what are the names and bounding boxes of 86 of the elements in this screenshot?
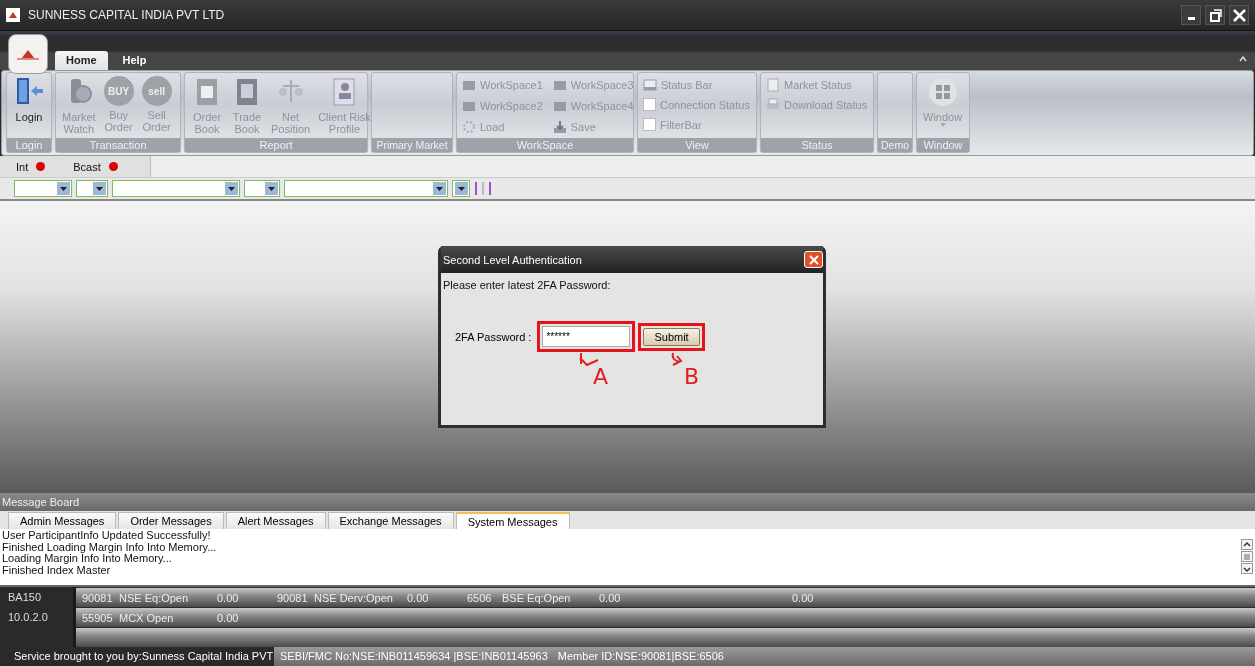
status-cell-text: NSE Derv:Open <box>314 592 394 606</box>
status-cell-text: 0.00 <box>792 592 815 606</box>
message-tab[interactable]: Admin Messages <box>8 512 117 529</box>
password-field[interactable]: ****** <box>542 326 631 347</box>
dropdown-arrow-icon <box>60 186 67 191</box>
status-cell-text: BSE Eq:Open <box>502 592 572 606</box>
scroll-up-button[interactable] <box>1241 539 1253 550</box>
group-label: Primary Market <box>372 138 452 152</box>
message-tab[interactable]: Exchange Messages <box>327 512 454 529</box>
hand-drawn-arrow <box>579 352 599 366</box>
separator-mark <box>489 182 491 195</box>
ribbon-tab[interactable]: Help <box>111 51 158 70</box>
status-cell-text: 90081 <box>82 592 114 606</box>
app-menu-button[interactable] <box>8 34 48 74</box>
round-logo: BUY <box>103 76 134 106</box>
message-line: User ParticipantInfo Updated Successfully! <box>2 530 212 542</box>
message-tab[interactable]: Alert Messages <box>225 512 326 529</box>
indicator-label: Bcast <box>73 160 101 173</box>
field-label: 2FA Password : <box>455 330 532 343</box>
dialog-title: Second Level Authentication <box>443 253 582 266</box>
status-cell-text: 6506 <box>467 592 493 606</box>
dropdown-field[interactable] <box>284 180 448 197</box>
dropdown-arrow-icon <box>436 186 443 191</box>
separator-mark <box>475 182 477 195</box>
group-label: Status <box>761 138 873 152</box>
status-cell-text: NSE Eq:Open <box>119 592 190 606</box>
group-label: WorkSpace <box>457 138 633 152</box>
window-logo-icon <box>926 76 959 108</box>
prompt-text: Please enter latest 2FA Password: <box>443 279 612 291</box>
close-icon <box>1230 6 1248 24</box>
group-label: Transaction <box>56 138 180 152</box>
group-label: Window <box>917 138 969 152</box>
message-line: Finished Loading Margin Info Into Memory... <box>2 541 217 553</box>
panel-title: Message Board <box>0 493 1255 511</box>
status-text: SEBI/FMC No:NSE:INB011459634 |BSE:INB01145963 <box>274 647 558 666</box>
group-label: Demo <box>878 138 912 152</box>
group-label: Login <box>7 138 51 152</box>
dropdown-field[interactable] <box>76 180 108 197</box>
dropdown-field[interactable] <box>244 180 280 197</box>
status-bar-icon <box>643 77 657 92</box>
status-cell-text: MCX Open <box>119 612 175 626</box>
dropdown-field[interactable] <box>112 180 240 197</box>
status-cell-text: 0.00 <box>599 592 622 606</box>
dropdown-arrow-icon <box>458 186 465 191</box>
restore-button[interactable] <box>1205 5 1225 25</box>
status-cell-text: 90081 <box>277 592 309 606</box>
app-logo-icon <box>6 8 20 22</box>
message-line: Loading Margin Info Into Memory... <box>2 553 172 565</box>
status-cell-text: 55905 <box>82 612 114 626</box>
status-cell-text: 0.00 <box>217 592 240 606</box>
annotation-letter: B <box>684 366 700 388</box>
collapse-ribbon-icon <box>1239 56 1247 62</box>
ribbon-tab[interactable]: Home <box>55 51 108 70</box>
submit-button[interactable]: Submit <box>643 327 700 346</box>
dropdown-arrow-icon <box>96 186 103 191</box>
hand-drawn-arrow <box>670 352 684 366</box>
status-cell-text: 0.00 <box>217 612 240 626</box>
window-title: SUNNESS CAPITAL INDIA PVT LTD <box>28 8 226 22</box>
close-button[interactable] <box>1229 5 1249 25</box>
download-tray-icon <box>552 119 567 134</box>
message-tab[interactable]: Order Messages <box>118 512 224 529</box>
status-text: Service brought to you by:Sunness Capital India PVT <box>13 649 274 664</box>
scroll-down-button[interactable] <box>1241 563 1253 574</box>
minimize-button[interactable] <box>1181 5 1201 25</box>
ribbon-button[interactable]: Login <box>10 75 48 136</box>
printer-icon <box>766 97 780 112</box>
status-cell-text: 0.00 <box>407 592 430 606</box>
dropdown-field[interactable] <box>14 180 72 197</box>
separator-mark <box>482 182 484 195</box>
group-label: Report <box>185 138 367 152</box>
dropdown-arrow-icon <box>268 186 275 191</box>
dotted-circle-icon <box>462 119 476 134</box>
round-logo: sell <box>141 76 172 106</box>
page-icon <box>766 77 780 92</box>
status-text: Member ID:NSE:90081|BSE:6506 <box>557 647 1255 666</box>
dropdown-arrow-icon <box>228 186 235 191</box>
message-line: Finished Index Master <box>2 564 112 576</box>
scroll-thumb[interactable] <box>1241 551 1253 562</box>
dropdown-field[interactable] <box>452 180 470 197</box>
minimize-icon <box>1187 17 1195 20</box>
message-tab[interactable]: System Messages <box>455 512 570 529</box>
group-label: View <box>638 138 756 152</box>
close-icon <box>808 254 819 265</box>
indicator-label: Int <box>16 160 29 173</box>
grip-icon <box>1242 551 1252 562</box>
annotation-letter: A <box>593 366 609 388</box>
